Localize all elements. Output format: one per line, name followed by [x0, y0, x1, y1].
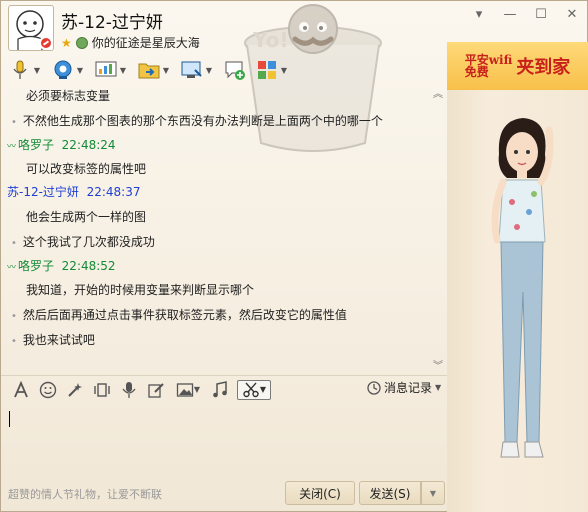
message-text: 可以改变标签的属性吧 — [26, 162, 147, 176]
message-sender-line: 苏-12-过宁妍 22:48:37 — [7, 183, 140, 200]
message-text: 我也来试试吧 — [11, 331, 95, 348]
remote-desktop-icon — [181, 60, 203, 80]
promo-link[interactable]: 超赞的情人节礼物，让爱不断联 — [8, 486, 162, 502]
message-sender-line: 〰咯罗子 22:48:24 — [7, 136, 116, 153]
message-text: 不然他生成那个图表的那个东西没有办法判断是上面两个中的哪一个 — [11, 112, 383, 129]
screen-share-icon — [95, 60, 117, 80]
sender-name[interactable]: 咯罗子 — [18, 138, 54, 152]
close-window-button[interactable]: ✕ — [565, 7, 579, 22]
chat-window: Yo! 苏-12-过宁妍 ★ 你的征途是星辰大海 ▾ — ☐ ✕ ▼ ▼ ▼ ▼… — [0, 0, 588, 512]
add-discussion-button[interactable] — [222, 58, 248, 82]
chevron-down-icon[interactable]: ▼ — [118, 66, 128, 75]
shake-window-icon — [94, 382, 110, 397]
blocked-icon — [39, 36, 53, 50]
signature-text: 你的征途是星辰大海 — [91, 36, 200, 50]
message-time: 22:48:24 — [61, 138, 116, 152]
chevron-down-icon[interactable]: ▼ — [194, 385, 200, 394]
add-discussion-icon — [224, 60, 246, 80]
ad-line-3: 夹到家 — [516, 57, 571, 78]
menu-dropdown-button[interactable]: ▾ — [472, 7, 486, 22]
chevron-down-icon[interactable]: ▼ — [75, 66, 85, 75]
side-panel: 平安wifi 免费 夹到家 — [447, 42, 588, 512]
wave-icon: 〰 — [7, 142, 17, 152]
history-label: 消息记录 — [384, 381, 433, 395]
message-time: 22:48:37 — [86, 185, 141, 199]
font-button[interactable] — [11, 380, 31, 400]
voice-call-button[interactable]: ▼ — [7, 58, 44, 82]
ad-banner[interactable]: 平安wifi 免费 夹到家 — [447, 42, 588, 90]
chevron-down-icon[interactable]: ▼ — [161, 66, 171, 75]
message-input[interactable] — [1, 403, 447, 475]
send-button[interactable]: 发送(S) — [359, 481, 421, 505]
emoji-button[interactable] — [38, 380, 58, 400]
send-options-button[interactable]: ▼ — [421, 481, 445, 505]
apps-icon — [256, 60, 278, 80]
image-button[interactable]: ▼ — [173, 380, 203, 400]
microphone-icon — [122, 381, 136, 398]
chevron-down-icon: ▼ — [435, 383, 442, 392]
sender-name[interactable]: 苏-12-过宁妍 — [7, 185, 79, 199]
contact-name: 苏-12-过宁妍 — [61, 13, 163, 33]
message-text: 我知道，开始的时候用变量来判断显示哪个 — [26, 283, 255, 297]
status-row: ★ 你的征途是星辰大海 — [61, 34, 200, 51]
magic-wand-icon — [68, 382, 82, 397]
chat-history[interactable]: 必须要标志变量 不然他生成那个图表的那个东西没有办法判断是上面两个中的哪一个 〰… — [1, 83, 447, 373]
wave-icon: 〰 — [7, 263, 17, 273]
ad-text-block: 平安wifi 免费 — [465, 54, 513, 78]
font-icon — [14, 380, 28, 397]
minimize-button[interactable]: — — [503, 7, 517, 22]
message-text: 他会生成两个一样的图 — [26, 210, 147, 224]
close-button[interactable]: 关闭(C) — [285, 481, 355, 505]
message-text: 然后后面再通过点击事件获取标签元素，然后改变它的属性值 — [11, 306, 347, 323]
scroll-up-icon[interactable]: ︽ — [433, 85, 443, 100]
window-controls: ▾ — ☐ ✕ — [472, 7, 579, 22]
avatar-show-character — [491, 118, 554, 458]
remote-desktop-button[interactable]: ▼ — [179, 58, 216, 82]
message-text: 必须要标志变量 — [26, 89, 111, 103]
shake-button[interactable] — [92, 380, 112, 400]
scissors-icon — [243, 382, 259, 397]
file-transfer-icon — [138, 60, 160, 80]
scroll-down-icon[interactable]: ︾ — [433, 357, 443, 372]
edit-icon — [148, 382, 164, 398]
text-caret — [9, 411, 10, 427]
message-time: 22:48:52 — [61, 259, 116, 273]
music-icon — [213, 380, 227, 397]
music-button[interactable] — [210, 380, 230, 400]
webcam-icon — [52, 60, 74, 80]
screen-share-button[interactable]: ▼ — [93, 58, 130, 82]
clock-icon — [367, 380, 381, 395]
maximize-button[interactable]: ☐ — [534, 7, 548, 22]
image-icon — [176, 382, 194, 397]
video-call-button[interactable]: ▼ — [50, 58, 87, 82]
message-history-button[interactable]: 消息记录 ▼ — [367, 379, 441, 396]
chevron-down-icon[interactable]: ▼ — [204, 66, 214, 75]
edit-button[interactable] — [146, 380, 166, 400]
chevron-down-icon[interactable]: ▼ — [260, 385, 266, 394]
screenshot-button[interactable]: ▼ — [237, 379, 271, 400]
message-text: 这个我试了几次都没成功 — [11, 233, 155, 250]
status-icon — [75, 36, 88, 49]
microphone-icon — [9, 60, 31, 80]
file-transfer-button[interactable]: ▼ — [136, 58, 173, 82]
apps-button[interactable]: ▼ — [254, 58, 291, 82]
avatar[interactable] — [8, 5, 54, 51]
chevron-down-icon[interactable]: ▼ — [279, 66, 289, 75]
emoji-icon — [39, 381, 57, 398]
magic-button[interactable] — [65, 380, 85, 400]
footer: 超赞的情人节礼物，让爱不断联 关闭(C) 发送(S) ▼ — [1, 479, 447, 512]
message-sender-line: 〰咯罗子 22:48:52 — [7, 257, 116, 274]
ad-line-2: 免费 — [464, 65, 489, 79]
voice-message-button[interactable] — [119, 380, 139, 400]
chevron-down-icon[interactable]: ▼ — [32, 66, 42, 75]
main-toolbar: ▼ ▼ ▼ ▼ ▼ ▼ — [7, 57, 291, 83]
star-icon: ★ — [61, 35, 72, 50]
sender-name[interactable]: 咯罗子 — [18, 259, 54, 273]
